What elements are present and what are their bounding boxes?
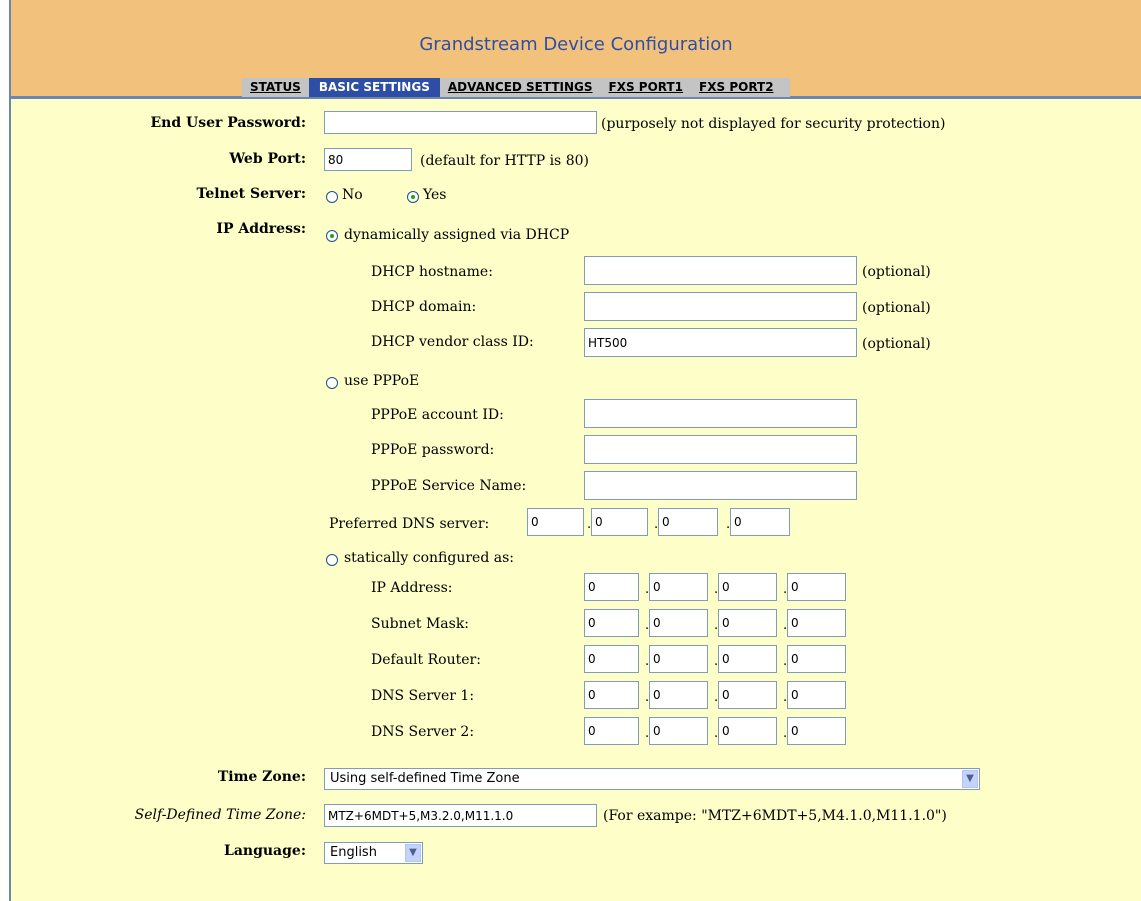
- static-ip-octet-1[interactable]: [584, 573, 639, 601]
- telnet-server-label: Telnet Server:: [196, 186, 306, 202]
- ip-address-label: IP Address:: [216, 221, 306, 237]
- dns-server-1-octet-1[interactable]: [584, 681, 639, 709]
- time-zone-select[interactable]: Using self-defined Time Zone ▼: [324, 768, 980, 790]
- web-port-note: (default for HTTP is 80): [420, 153, 589, 169]
- header: Grandstream Device Configuration STATUS …: [11, 0, 1141, 99]
- tab-advanced-settings[interactable]: ADVANCED SETTINGS: [440, 78, 601, 97]
- static-ip-octet-3[interactable]: [718, 573, 777, 601]
- dns-server-1-label: DNS Server 1:: [371, 688, 475, 704]
- telnet-yes-radio[interactable]: [407, 191, 419, 203]
- dns-server-1-octet-3[interactable]: [718, 681, 777, 709]
- dns-server-2-octet-2[interactable]: [649, 717, 708, 745]
- chevron-down-icon[interactable]: ▼: [962, 770, 978, 788]
- language-select[interactable]: English ▼: [324, 842, 423, 864]
- tab-bar: STATUS BASIC SETTINGS ADVANCED SETTINGS …: [242, 78, 790, 97]
- subnet-mask-octet-1[interactable]: [584, 609, 639, 637]
- dns-server-2-octet-3[interactable]: [718, 717, 777, 745]
- preferred-dns-octet-4[interactable]: [730, 508, 790, 536]
- telnet-yes-label: Yes: [423, 187, 447, 203]
- default-router-octet-3[interactable]: [718, 645, 777, 673]
- default-router-octet-2[interactable]: [649, 645, 708, 673]
- preferred-dns-octet-3[interactable]: [658, 508, 718, 536]
- default-router-label: Default Router:: [371, 652, 481, 668]
- end-user-password-input[interactable]: [324, 111, 597, 134]
- subnet-mask-label: Subnet Mask:: [371, 616, 470, 632]
- telnet-no-label: No: [342, 187, 363, 203]
- dhcp-option-label: dynamically assigned via DHCP: [344, 227, 570, 243]
- dhcp-domain-input[interactable]: [584, 292, 857, 321]
- telnet-no-radio[interactable]: [326, 191, 338, 203]
- self-defined-time-zone-input[interactable]: [324, 804, 597, 827]
- dns-server-1-octet-2[interactable]: [649, 681, 708, 709]
- static-ip-octet-4[interactable]: [787, 573, 846, 601]
- chevron-down-icon[interactable]: ▼: [405, 844, 421, 862]
- subnet-mask-octet-4[interactable]: [787, 609, 846, 637]
- preferred-dns-octet-1[interactable]: [527, 508, 584, 536]
- dhcp-vendor-class-note: (optional): [862, 336, 931, 352]
- end-user-password-label: End User Password:: [150, 115, 306, 131]
- preferred-dns-label: Preferred DNS server:: [329, 516, 490, 532]
- static-radio[interactable]: [326, 554, 338, 566]
- dhcp-radio[interactable]: [326, 230, 338, 242]
- pppoe-account-id-label: PPPoE account ID:: [371, 407, 504, 423]
- page-title: Grandstream Device Configuration: [419, 34, 733, 55]
- web-port-label: Web Port:: [229, 151, 306, 167]
- dns-server-1-octet-4[interactable]: [787, 681, 846, 709]
- self-defined-time-zone-label: Self-Defined Time Zone:: [134, 807, 306, 823]
- dns-server-2-octet-4[interactable]: [787, 717, 846, 745]
- pppoe-radio[interactable]: [326, 377, 338, 389]
- pppoe-option-label: use PPPoE: [344, 373, 420, 389]
- default-router-octet-4[interactable]: [787, 645, 846, 673]
- static-ip-label: IP Address:: [371, 580, 453, 596]
- language-selected-value: English: [330, 845, 377, 860]
- language-label: Language:: [224, 843, 306, 859]
- dhcp-hostname-input[interactable]: [584, 256, 857, 285]
- pppoe-password-label: PPPoE password:: [371, 442, 495, 458]
- tab-fxs-port1[interactable]: FXS PORT1: [601, 78, 692, 97]
- dns-server-2-label: DNS Server 2:: [371, 724, 475, 740]
- default-router-octet-1[interactable]: [584, 645, 639, 673]
- tab-status[interactable]: STATUS: [242, 78, 309, 97]
- dhcp-domain-note: (optional): [862, 300, 931, 316]
- static-option-label: statically configured as:: [344, 550, 515, 566]
- subnet-mask-octet-2[interactable]: [649, 609, 708, 637]
- dns-server-2-octet-1[interactable]: [584, 717, 639, 745]
- config-frame: Grandstream Device Configuration STATUS …: [9, 0, 1141, 901]
- web-port-input[interactable]: [324, 148, 412, 171]
- tab-basic-settings[interactable]: BASIC SETTINGS: [308, 78, 440, 97]
- tab-fxs-port2[interactable]: FXS PORT2: [691, 78, 782, 97]
- subnet-mask-octet-3[interactable]: [718, 609, 777, 637]
- dhcp-vendor-class-input[interactable]: [584, 328, 857, 357]
- time-zone-selected-value: Using self-defined Time Zone: [330, 771, 520, 786]
- dhcp-hostname-note: (optional): [862, 264, 931, 280]
- pppoe-service-name-label: PPPoE Service Name:: [371, 478, 527, 494]
- end-user-password-note: (purposely not displayed for security pr…: [601, 116, 946, 132]
- pppoe-account-id-input[interactable]: [584, 399, 857, 428]
- dhcp-domain-label: DHCP domain:: [371, 299, 477, 315]
- dhcp-hostname-label: DHCP hostname:: [371, 264, 493, 280]
- pppoe-service-name-input[interactable]: [584, 471, 857, 500]
- dhcp-vendor-class-label: DHCP vendor class ID:: [371, 334, 534, 350]
- self-defined-time-zone-note: (For exampe: "MTZ+6MDT+5,M4.1.0,M11.1.0"…: [603, 808, 947, 824]
- preferred-dns-octet-2[interactable]: [591, 508, 648, 536]
- pppoe-password-input[interactable]: [584, 435, 857, 464]
- time-zone-label: Time Zone:: [217, 769, 306, 785]
- static-ip-octet-2[interactable]: [649, 573, 708, 601]
